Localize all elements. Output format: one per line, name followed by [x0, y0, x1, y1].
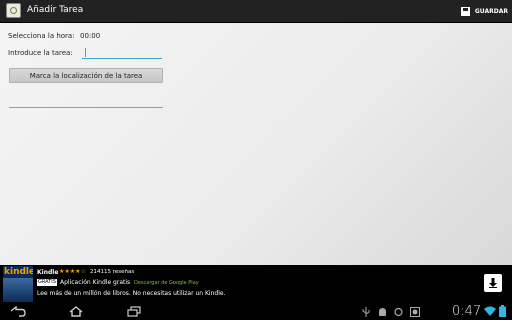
wifi-icon	[484, 306, 496, 316]
android-debug-icon	[379, 308, 386, 316]
floppy-disk-icon	[460, 6, 470, 16]
image-icon	[410, 307, 420, 317]
hour-label: Selecciona la hora:	[8, 32, 75, 40]
system-bar: 0:47	[0, 303, 512, 320]
back-icon[interactable]	[10, 306, 26, 317]
hour-value[interactable]: 00:00	[80, 32, 100, 40]
store-link[interactable]: Descargar de Google Play	[134, 280, 199, 286]
ad-subtitle: Aplicación Kindle gratis	[60, 279, 131, 286]
page-title: Añadir Tarea	[27, 5, 84, 15]
home-icon[interactable]	[68, 306, 84, 317]
task-label: Introduce la tarea:	[8, 49, 73, 57]
kindle-logo-text: kindle	[4, 267, 33, 277]
review-count: 214115 reseñas	[90, 269, 135, 275]
rating-stars: ★★★★☆	[59, 268, 86, 275]
ad-description: Lee más de un millón de libros. No neces…	[37, 290, 226, 297]
recent-apps-icon[interactable]	[126, 306, 142, 317]
action-bar: Añadir Tarea GUARDAR	[0, 0, 512, 23]
save-label: GUARDAR	[474, 7, 508, 15]
divider	[9, 107, 163, 108]
form-area: Selecciona la hora: 00:00 Introduce la t…	[0, 23, 512, 265]
free-badge: GRATIS	[37, 279, 57, 286]
sync-icon	[394, 307, 403, 317]
kindle-logo[interactable]: kindle	[3, 266, 33, 302]
download-button[interactable]	[484, 274, 502, 292]
task-input[interactable]	[82, 45, 162, 59]
usb-icon	[362, 307, 370, 317]
text-cursor	[85, 48, 86, 57]
download-arrow-icon	[489, 278, 497, 288]
clock[interactable]: 0:47	[452, 304, 481, 319]
save-button[interactable]: GUARDAR	[460, 4, 508, 18]
app-badge-icon[interactable]	[6, 3, 21, 18]
ad-banner[interactable]: kindle Kindle ★★★★☆ 214115 reseñas GRATI…	[0, 265, 512, 303]
mark-location-button[interactable]: Marca la localización de la tarea	[9, 68, 163, 83]
battery-icon	[499, 305, 506, 317]
ad-title: Kindle	[37, 269, 59, 276]
